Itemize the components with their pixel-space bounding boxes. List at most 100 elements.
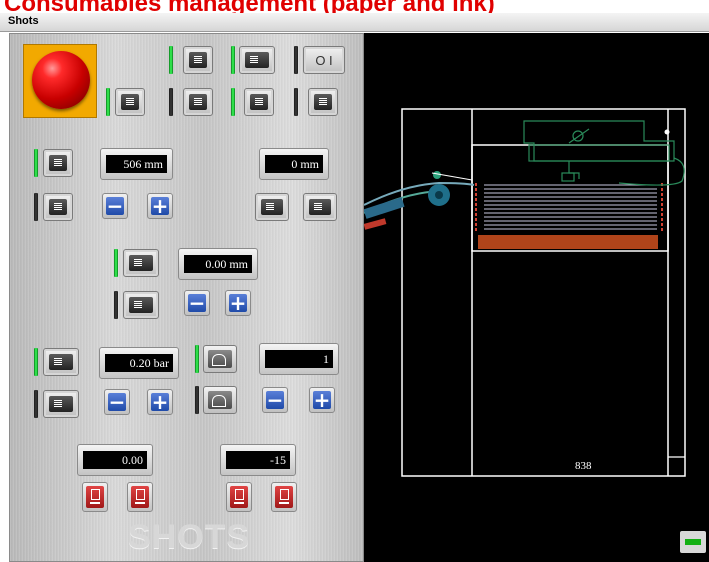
head-height-minus-button[interactable]: − — [184, 290, 210, 316]
head-height-auto-button[interactable] — [123, 291, 159, 319]
shots-logo: SHOTS — [128, 518, 251, 556]
offset-right-button[interactable] — [303, 193, 337, 221]
spray-mode-button[interactable] — [203, 386, 237, 414]
right-adjust-increase-button[interactable] — [271, 482, 297, 512]
arrow-up-icon — [121, 94, 139, 110]
banner-title: Consumables management (paper and ink) — [4, 0, 495, 14]
minus-icon: − — [266, 388, 284, 412]
head-height-field: 0.00 mm — [178, 248, 258, 280]
page-banner: Consumables management (paper and ink) — [0, 0, 709, 14]
lift-adjust-icon — [245, 52, 269, 68]
minus-icon: − — [188, 291, 206, 315]
left-adjust-field: 0.00 — [77, 444, 153, 476]
status-led — [169, 88, 173, 116]
plus-icon: + — [151, 194, 169, 218]
status-led — [169, 46, 173, 74]
vacuum-pressure-value: 0.20 bar — [105, 354, 173, 372]
power-toggle-button[interactable]: O I — [303, 46, 345, 74]
width-in-button[interactable] — [43, 149, 73, 177]
status-led — [195, 386, 199, 414]
right-adjust-value: -15 — [226, 451, 290, 469]
sensor-roller — [433, 171, 441, 179]
paper-stack-base — [478, 235, 658, 249]
power-toggle-label: O I — [315, 53, 333, 68]
machine-diagram — [364, 108, 686, 477]
arrow-down-icon — [189, 94, 207, 110]
vacuum-off-button[interactable] — [43, 390, 79, 418]
paper-width-minus-button[interactable]: − — [102, 193, 128, 219]
feed-roller-hub — [435, 191, 443, 199]
vacuum-plus-button[interactable]: + — [147, 389, 173, 415]
status-led — [34, 193, 38, 221]
vacuum-on-button[interactable] — [43, 348, 79, 376]
arrow-top-icon — [250, 94, 268, 110]
left-adjust-increase-button[interactable] — [127, 482, 153, 512]
table-down-button[interactable] — [183, 88, 213, 116]
feed-ramp — [364, 197, 405, 219]
paper-stack-sheets — [484, 184, 657, 230]
right-adjust-field: -15 — [220, 444, 296, 476]
feed-ramp-red — [364, 218, 387, 230]
status-led — [231, 46, 235, 74]
window-title: Shots — [8, 15, 39, 27]
feed-forward-button[interactable] — [183, 46, 213, 74]
status-led — [195, 345, 199, 373]
spray-pattern-button[interactable] — [203, 345, 237, 373]
machine-frame — [401, 108, 686, 477]
table-bottom-button[interactable] — [308, 88, 338, 116]
status-indicator — [680, 531, 706, 553]
status-led — [294, 88, 298, 116]
head-height-value: 0.00 mm — [184, 255, 252, 273]
counter-field: 1 — [259, 343, 339, 375]
spray-mode-icon — [208, 391, 232, 409]
arrow-bottom-icon — [314, 94, 332, 110]
counter-plus-button[interactable]: + — [309, 387, 335, 413]
vacuum-pressure-field: 0.20 bar — [99, 347, 179, 379]
emergency-stop-button[interactable] — [23, 44, 97, 118]
measurement-label: 838 — [575, 460, 592, 472]
door-right-icon — [275, 486, 293, 508]
vacuum-icon — [49, 354, 73, 370]
status-led — [34, 348, 38, 376]
minus-icon: − — [108, 390, 126, 414]
plus-icon: + — [151, 390, 169, 414]
status-led — [231, 88, 235, 116]
offset-left-button[interactable] — [255, 193, 289, 221]
machine-diagram-view: 838 — [364, 33, 709, 562]
table-top-button[interactable] — [244, 88, 274, 116]
door-right-icon — [131, 486, 149, 508]
left-adjust-decrease-button[interactable] — [82, 482, 108, 512]
paper-width-value: 506 mm — [106, 155, 167, 173]
status-led — [114, 249, 118, 277]
paper-width-field: 506 mm — [100, 148, 173, 180]
counter-minus-button[interactable]: − — [262, 387, 288, 413]
head-height-plus-button[interactable]: + — [225, 290, 251, 316]
head-height-auto-icon — [129, 297, 153, 313]
spray-pattern-icon — [208, 350, 232, 368]
table-up-button[interactable] — [115, 88, 145, 116]
status-led — [114, 291, 118, 319]
width-in-icon — [49, 155, 67, 171]
vacuum-off-icon — [49, 396, 73, 412]
width-out-button[interactable] — [43, 193, 73, 221]
head-height-button[interactable] — [123, 249, 159, 277]
plus-icon: + — [229, 291, 247, 315]
sensor-dot — [664, 129, 670, 135]
paper-width-plus-button[interactable]: + — [147, 193, 173, 219]
status-led — [294, 46, 298, 74]
feed-forward-icon — [189, 52, 207, 68]
emergency-stop-icon — [32, 51, 90, 109]
right-adjust-decrease-button[interactable] — [226, 482, 252, 512]
offset-left-icon — [261, 199, 283, 215]
door-left-icon — [86, 486, 104, 508]
lift-adjust-button[interactable] — [239, 46, 275, 74]
vacuum-minus-button[interactable]: − — [104, 389, 130, 415]
status-led — [34, 390, 38, 418]
offset-right-icon — [309, 199, 331, 215]
paper-offset-value: 0 mm — [265, 155, 323, 173]
control-panel: O I 506 mm 0 mm − + 0.00 mm − + 0.20 bar… — [9, 33, 364, 562]
door-left-icon — [230, 486, 248, 508]
status-led — [106, 88, 110, 116]
window-titlebar: Shots — [0, 13, 709, 32]
width-out-icon — [49, 199, 67, 215]
